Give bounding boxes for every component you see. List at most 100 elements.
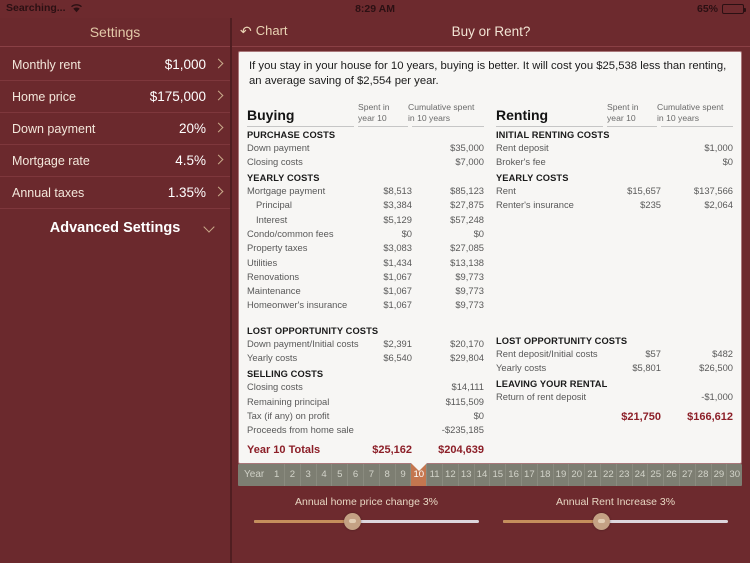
year-cell-14[interactable]: 14	[475, 463, 491, 486]
row-spent-value	[611, 390, 661, 404]
comparison-columns: Buying Spent in year 10 Cumulative spent…	[247, 94, 733, 463]
row-cumulative-value: $14,111	[451, 381, 485, 393]
rent-increase-slider[interactable]	[503, 512, 728, 530]
row-spent-value: $6,540	[383, 352, 412, 364]
sidebar-item-home-price[interactable]: Home price $175,000	[0, 81, 230, 113]
renting-totals-label	[496, 411, 611, 423]
row-label: Tax (if any) on profit	[247, 409, 330, 421]
row-cumulative-value: $85,123	[450, 185, 484, 197]
year-cell-9[interactable]: 9	[396, 463, 412, 486]
row-cumulative-value: $0	[473, 227, 484, 239]
row-spent-value	[362, 423, 412, 437]
sidebar-item-mortgage-rate[interactable]: Mortgage rate 4.5%	[0, 145, 230, 177]
table-row: Closing costs $7,000	[247, 155, 484, 169]
year-strip-label: Year	[244, 469, 265, 481]
sidebar-item-down-payment[interactable]: Down payment 20%	[0, 113, 230, 145]
year-cell-15[interactable]: 15	[490, 463, 507, 486]
year-cell-2[interactable]: 2	[285, 463, 301, 486]
setting-label: Mortgage rate	[12, 153, 90, 168]
row-cumulative-value: $27,875	[450, 199, 484, 211]
row-spent-value: $2,391	[383, 337, 412, 349]
row-label: Down payment	[247, 141, 310, 153]
year-selector[interactable]: Year 1 2 3 4 5 6 7 8 9 10 11 12 13 14 15 16 17 18 19 20 21 22…	[238, 463, 742, 486]
section-header: YEARLY COSTS	[496, 173, 569, 184]
buying-title: Buying	[247, 106, 295, 123]
page-title: Buy or Rent?	[451, 24, 531, 39]
setting-label: Home price	[12, 89, 76, 104]
year-cell-17[interactable]: 17	[522, 463, 538, 486]
year-cell-29[interactable]: 29	[712, 463, 728, 486]
buying-column-header: Buying Spent in year 10 Cumulative spent…	[247, 94, 484, 124]
row-spent-value: $8,513	[383, 185, 412, 197]
table-row: Renter's insurance $235 $2,064	[496, 198, 733, 212]
year-cell-8[interactable]: 8	[380, 463, 396, 486]
row-spent-value: $3,083	[383, 242, 412, 254]
year-cell-4[interactable]: 4	[317, 463, 333, 486]
section-header: LOST OPPORTUNITY COSTS	[496, 335, 628, 346]
sidebar-item-monthly-rent[interactable]: Monthly rent $1,000	[0, 49, 230, 81]
table-row: Down payment/Initial costs $2,391 $20,170	[247, 337, 484, 351]
year-cell-11[interactable]: 11	[427, 463, 443, 486]
row-cumulative-value: $137,566	[693, 185, 733, 197]
table-row: Utilities $1,434 $13,138	[247, 256, 484, 270]
selected-year-pointer	[411, 462, 428, 471]
row-cumulative-value: -$1,000	[701, 391, 733, 403]
year-cell-25[interactable]: 25	[648, 463, 665, 486]
row-cumulative-value: -$235,185	[441, 424, 484, 436]
table-row: Return of rent deposit -$1,000	[496, 390, 733, 404]
year-cell-16[interactable]: 16	[506, 463, 522, 486]
row-label: Down payment/Initial costs	[247, 337, 359, 349]
year-cell-13[interactable]: 13	[459, 463, 475, 486]
buying-header-rule	[247, 125, 484, 127]
year-cell-26[interactable]: 26	[664, 463, 680, 486]
section-header: SELLING COSTS	[247, 369, 324, 380]
row-spent-value: $0	[401, 227, 412, 239]
setting-label: Down payment	[12, 121, 96, 136]
row-spent-value: $5,801	[632, 361, 661, 373]
buying-totals-row: Year 10 Totals $25,162 $204,639	[247, 438, 484, 463]
year-cell-30[interactable]: 30	[727, 464, 742, 486]
row-cumulative-value: $0	[473, 409, 484, 421]
year-cell-28[interactable]: 28	[696, 463, 712, 486]
year-cell-7[interactable]: 7	[364, 463, 380, 486]
year-cell-27[interactable]: 27	[680, 463, 696, 486]
row-spent-value	[362, 155, 412, 169]
row-label: Mortgage payment	[247, 185, 326, 197]
table-row: Mortgage payment $8,513 $85,123	[247, 184, 484, 198]
spent-header-line1: Spent in	[607, 102, 639, 113]
section-header: PURCHASE COSTS	[247, 129, 336, 140]
spent-header-line2: year 10	[607, 112, 636, 123]
row-spent-value: $1,067	[383, 299, 412, 311]
year-cell-3[interactable]: 3	[301, 463, 317, 486]
year-cell-12[interactable]: 12	[443, 463, 459, 486]
year-cell-1[interactable]: 1	[269, 463, 286, 486]
battery-icon	[722, 4, 746, 14]
home-price-change-slider[interactable]	[254, 512, 479, 530]
row-cumulative-value: $0	[722, 155, 733, 167]
year-cell-19[interactable]: 19	[554, 463, 570, 486]
year-cell-20[interactable]: 20	[569, 463, 586, 486]
advanced-settings-button[interactable]: Advanced Settings	[0, 209, 230, 247]
rent-increase-label: Annual Rent Increase 3%	[555, 495, 676, 508]
comparison-card: If you stay in your house for 10 years, …	[238, 51, 742, 464]
year-cell-21[interactable]: 21	[585, 463, 601, 486]
row-spent-value: $5,129	[383, 213, 412, 225]
setting-value: 20%	[178, 121, 206, 136]
sidebar-item-annual-taxes[interactable]: Annual taxes 1.35%	[0, 177, 230, 209]
year-cell-6[interactable]: 6	[348, 463, 364, 486]
slider-knob[interactable]	[343, 512, 361, 530]
year-cell-18[interactable]: 18	[538, 463, 554, 486]
chevron-right-icon	[215, 91, 222, 103]
renting-column: Renting Spent in year 10 Cumulative spen…	[490, 94, 733, 463]
slider-knob[interactable]	[592, 512, 610, 530]
year-cell-5[interactable]: 5	[332, 463, 349, 486]
row-cumulative-value: $482	[712, 347, 733, 359]
setting-label: Monthly rent	[12, 57, 81, 72]
cumulative-header-line1: Cumulative spent	[657, 102, 724, 113]
year-cell-22[interactable]: 22	[601, 463, 617, 486]
year-cell-24[interactable]: 24	[633, 463, 649, 486]
section-header: YEARLY COSTS	[247, 173, 320, 184]
buying-sections: PURCHASE COSTS Down payment $35,000 Closing…	[247, 130, 484, 438]
year-cell-23[interactable]: 23	[617, 463, 633, 486]
row-cumulative-value: $29,804	[450, 352, 484, 364]
